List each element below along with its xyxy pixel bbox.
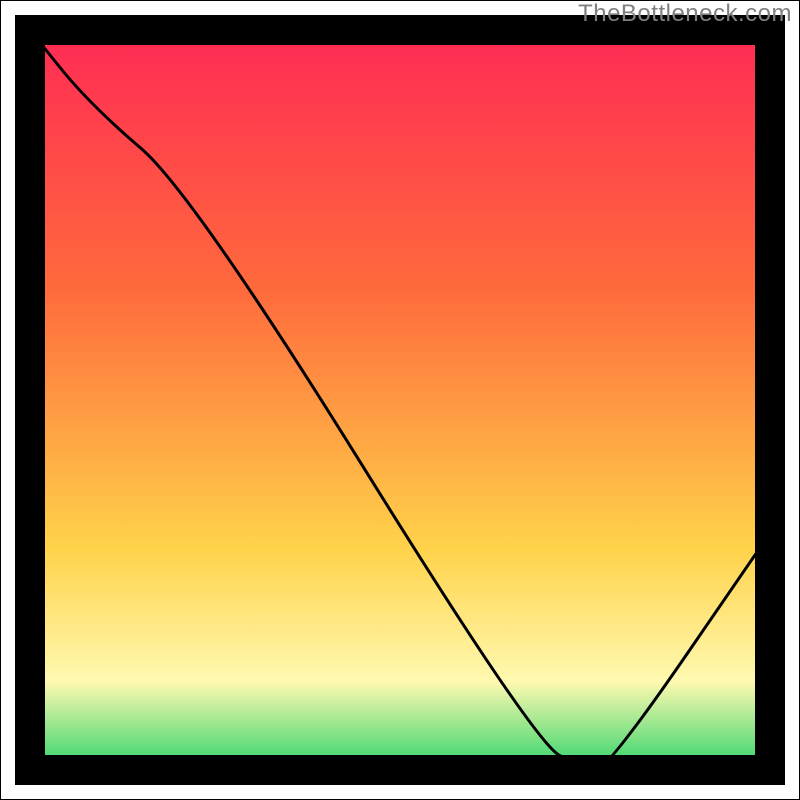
- plot-background: [30, 30, 770, 770]
- watermark-text: TheBottleneck.com: [578, 0, 792, 28]
- chart-container: TheBottleneck.com: [0, 0, 800, 800]
- bottleneck-chart: [0, 0, 800, 800]
